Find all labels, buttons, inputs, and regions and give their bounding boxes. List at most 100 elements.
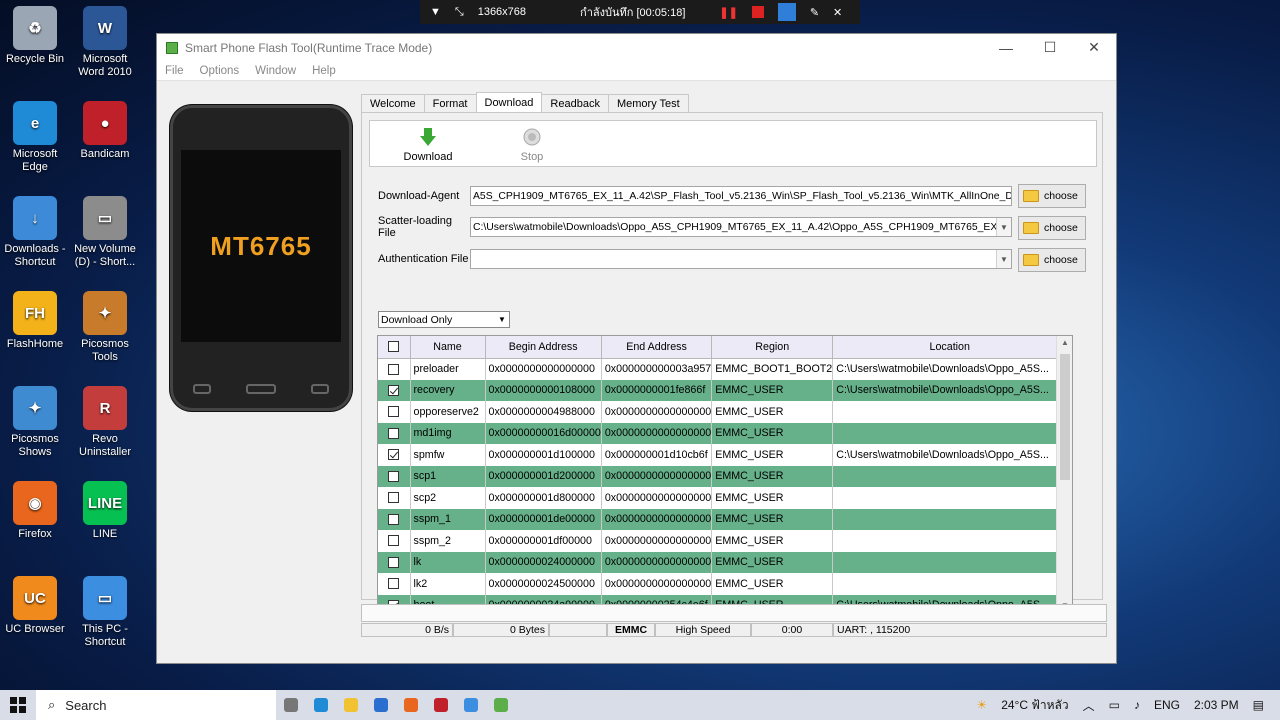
scroll-up-icon[interactable]: ▲ [1057,338,1072,347]
stop-record-icon[interactable] [751,6,764,18]
auth-field[interactable]: ▼ [470,249,1012,269]
row-checkbox[interactable] [378,508,411,530]
row-checkbox[interactable] [378,358,411,380]
download-agent-field[interactable]: A5S_CPH1909_MT6765_EX_11_A.42\SP_Flash_T… [470,186,1012,206]
table-row[interactable]: sspm_2 0x000000001df00000 0x00000000000000… [378,530,1068,552]
pause-icon[interactable]: ❚❚ [719,6,737,19]
auth-choose-button[interactable]: choose [1018,248,1086,272]
cell-begin: 0x0000000024000000 [485,551,602,573]
menu-window[interactable]: Window [255,65,296,77]
unchecked-checkbox-icon[interactable] [388,513,400,525]
tab-memory-test[interactable]: Memory Test [607,94,689,112]
desktop-icon[interactable]: LINE LINE [70,481,140,541]
desktop-icon[interactable]: ▭ New Volume (D) - Short... [70,196,140,269]
unchecked-checkbox-icon[interactable] [388,363,400,375]
desktop-icon[interactable]: ↓ Downloads - Shortcut [0,196,70,269]
select-all-checkbox[interactable] [378,336,411,359]
tray-chevron-icon[interactable]: ︿ [1083,697,1095,714]
weather-text[interactable]: 24°C ฟ้าหลัว [1001,696,1068,715]
row-checkbox[interactable] [378,573,411,595]
desktop-icon[interactable]: e Microsoft Edge [0,101,70,174]
edge-taskbar-icon[interactable] [314,698,328,712]
unchecked-checkbox-icon[interactable] [388,470,400,482]
desktop-icon[interactable]: ▭ This PC - Shortcut [70,576,140,649]
desktop-icon[interactable]: ◉ Firefox [0,481,70,541]
unchecked-checkbox-icon[interactable] [388,556,400,568]
unchecked-checkbox-icon[interactable] [388,427,400,439]
desktop-icon[interactable]: FH FlashHome [0,291,70,351]
row-checkbox[interactable] [378,444,411,466]
scroll-thumb[interactable] [1060,354,1070,480]
tab-format[interactable]: Format [423,94,477,112]
tab-download[interactable]: Download [475,92,543,112]
camera-icon[interactable] [777,3,796,21]
maximize-button[interactable]: ☐ [1028,34,1072,61]
checked-checkbox-icon[interactable] [388,384,400,396]
language-indicator[interactable]: ENG [1154,698,1180,712]
unchecked-checkbox-icon[interactable] [388,578,400,590]
explorer-taskbar-icon[interactable] [344,698,358,712]
unchecked-checkbox-icon[interactable] [388,406,400,418]
table-row[interactable]: lk 0x0000000024000000 0x0000000000000000 EM… [378,551,1068,573]
unchecked-checkbox-icon[interactable] [388,535,400,547]
table-row[interactable]: spmfw 0x000000001d100000 0x000000001d10cb6… [378,444,1068,466]
firefox-taskbar-icon[interactable] [404,698,418,712]
taskbar-search[interactable]: ⌕ Search [36,690,276,720]
row-checkbox[interactable] [378,551,411,573]
bandicam-taskbar-icon[interactable] [434,698,448,712]
menu-options[interactable]: Options [200,65,240,77]
row-checkbox[interactable] [378,487,411,509]
menu-help[interactable]: Help [312,65,336,77]
desktop-icon[interactable]: ♻ Recycle Bin [0,6,70,66]
flashtool-taskbar-icon[interactable] [494,698,508,712]
table-row[interactable]: scp2 0x000000001d800000 0x0000000000000000… [378,487,1068,509]
row-checkbox[interactable] [378,465,411,487]
pen-icon[interactable]: ✎ [810,6,819,19]
close-icon[interactable]: ✕ [833,6,842,19]
table-row[interactable]: preloader 0x0000000000000000 0x00000000000… [378,358,1068,380]
checked-checkbox-icon[interactable] [388,449,400,461]
cell-end: 0x0000000000000000 [601,422,713,444]
download-mode-select[interactable]: Download Only ▼ [378,311,510,328]
table-row[interactable]: md1img 0x00000000016d00000 0x0000000000000… [378,422,1068,444]
clock[interactable]: 2:03 PM [1194,698,1239,712]
table-row[interactable]: opporeserve2 0x0000000004988000 0x00000000… [378,401,1068,423]
minimize-button[interactable]: — [984,34,1028,61]
table-row[interactable]: recovery 0x0000000000108000 0x0000000001fe… [378,379,1068,401]
notification-icon[interactable]: ▤ [1253,698,1264,712]
desktop-icon[interactable]: ✦ Picosmos Tools [70,291,140,364]
pointer-icon[interactable]: ⤡ [455,6,464,19]
table-scrollbar[interactable]: ▲ ▼ [1056,336,1072,612]
stop-button[interactable]: Stop [502,127,562,163]
download-agent-choose-button[interactable]: choose [1018,184,1086,208]
desktop-icon[interactable]: R Revo Uninstaller [70,386,140,459]
unchecked-checkbox-icon[interactable] [388,492,400,504]
task-view-icon[interactable] [284,698,298,712]
table-row[interactable]: scp1 0x000000001d200000 0x0000000000000000… [378,465,1068,487]
close-button[interactable]: ✕ [1072,34,1116,61]
row-checkbox[interactable] [378,379,411,401]
table-row[interactable]: lk2 0x0000000024500000 0x0000000000000000 E… [378,573,1068,595]
chevron-down-icon[interactable]: ▼ [996,218,1011,236]
network-taskbar-icon[interactable] [464,698,478,712]
desktop-icon[interactable]: UC UC Browser [0,576,70,636]
download-button[interactable]: Download [398,127,458,163]
desktop-icon[interactable]: ✦ Picosmos Shows [0,386,70,459]
menu-file[interactable]: File [165,65,184,77]
mail-taskbar-icon[interactable] [374,698,388,712]
table-row[interactable]: sspm_1 0x000000001de00000 0x00000000000000… [378,508,1068,530]
scatter-choose-button[interactable]: choose [1018,216,1086,240]
row-checkbox[interactable] [378,422,411,444]
volume-icon[interactable]: ♪ [1134,698,1140,712]
tab-welcome[interactable]: Welcome [361,94,425,112]
start-button[interactable] [0,697,36,713]
row-checkbox[interactable] [378,530,411,552]
dropdown-icon[interactable]: ▼ [430,6,441,18]
network-icon[interactable]: ▭ [1109,698,1120,712]
tab-readback[interactable]: Readback [541,94,609,112]
chevron-down-icon[interactable]: ▼ [996,250,1011,268]
row-checkbox[interactable] [378,401,411,423]
scatter-field[interactable]: C:\Users\watmobile\Downloads\Oppo_A5S_CP… [470,217,1012,237]
desktop-icon[interactable]: ● Bandicam [70,101,140,161]
desktop-icon[interactable]: W Microsoft Word 2010 [70,6,140,79]
